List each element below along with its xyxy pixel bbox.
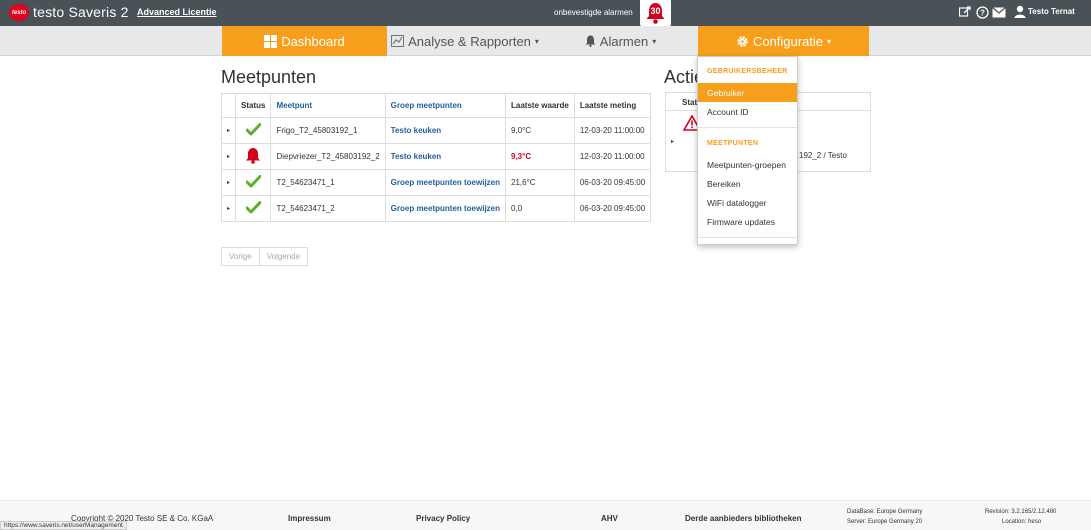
third-party-libraries-link[interactable]: Derde aanbieders bibliotheken: [685, 514, 801, 523]
menu-item-measuring-point-groups[interactable]: Meetpunten-groepen: [698, 155, 797, 174]
expand-row-icon[interactable]: ▸: [220, 195, 237, 222]
nav-dashboard[interactable]: Dashboard: [222, 26, 387, 56]
testo-logo[interactable]: testo: [9, 4, 29, 21]
nav-analysis[interactable]: Analyse & Rapporten ▾: [387, 26, 543, 56]
app-title: testo Saveris 2: [33, 4, 129, 20]
table-header-row: Status Meetpunt Groep meetpunten Laatste…: [220, 93, 652, 118]
chevron-down-icon: ▾: [827, 36, 832, 46]
measuring-point-group-link[interactable]: Testo keuken: [384, 117, 507, 144]
last-value: 21,6°C: [505, 169, 575, 196]
action-row-text: 192_2 / Testo: [799, 151, 847, 160]
unacknowledged-alarms-label: onbevestigde alarmen: [554, 8, 633, 17]
measuring-points-table: Status Meetpunt Groep meetpunten Laatste…: [220, 93, 652, 222]
last-measurement-time: 06-03-20 09:45:00: [573, 195, 652, 222]
location-info: Location: heso: [1002, 519, 1042, 525]
gear-icon: [737, 35, 748, 47]
last-measurement-time: 06-03-20 09:45:00: [573, 169, 652, 196]
nav-analysis-label: Analyse & Rapporten: [408, 33, 531, 49]
dashboard-icon: [264, 34, 278, 48]
help-icon[interactable]: ?: [975, 5, 989, 19]
license-link[interactable]: Advanced Licentie: [137, 7, 217, 17]
nav-alarms[interactable]: Alarmen ▾: [543, 26, 698, 56]
server-info: Server: Europe Germany 20: [847, 519, 923, 525]
ok-status-icon: [235, 169, 272, 196]
menu-item-account-id[interactable]: Account ID: [698, 102, 797, 121]
column-header-status: Status: [235, 93, 272, 118]
actions-column-header-status: Stat: [682, 98, 698, 107]
menu-divider: [698, 127, 797, 128]
status-bar-url: https://www.saveris.net/userManagement: [0, 521, 127, 530]
nav-alarms-label: Alarmen: [599, 33, 649, 49]
ok-status-icon: [235, 117, 272, 144]
alarm-count: 30: [650, 6, 661, 16]
measuring-points-header: MEETPUNTEN: [707, 140, 759, 147]
privacy-policy-link[interactable]: Privacy Policy: [416, 514, 470, 523]
svg-text:?: ?: [980, 8, 985, 17]
menu-item-ranges[interactable]: Bereiken: [698, 174, 797, 193]
measuring-point-group-link[interactable]: Testo keuken: [384, 143, 507, 170]
configuration-dropdown: GEBRUIKERSBEHEER Gebruiker Account ID ME…: [697, 56, 798, 245]
last-value: 9,0°C: [505, 117, 575, 144]
measuring-point-name: T2_54623471_2: [270, 195, 386, 222]
nav-configuration[interactable]: Configuratie ▾: [698, 26, 869, 56]
column-header-meetpunt[interactable]: Meetpunt: [270, 93, 386, 118]
next-page-button[interactable]: Volgende: [259, 247, 309, 266]
last-value: 0,0: [505, 195, 575, 222]
column-header-laatste-meting: Laatste meting: [573, 93, 652, 118]
user-menu[interactable]: Testo Ternat: [1014, 5, 1075, 18]
last-value: 9,3°C: [505, 143, 575, 170]
table-row[interactable]: ▸ T2_54623471_2 Groep meetpunten toewijzen…: [220, 195, 652, 222]
expand-row-icon[interactable]: ▸: [671, 138, 674, 145]
previous-page-button[interactable]: Vorige: [221, 247, 260, 266]
last-measurement-time: 12-03-20 11:00:00: [573, 143, 652, 170]
nav-dashboard-label: Dashboard: [281, 33, 345, 49]
table-row[interactable]: ▸ T2_54623471_1 Groep meetpunten toewijzen…: [220, 169, 652, 196]
menu-item-firmware-updates[interactable]: Firmware updates: [698, 212, 797, 231]
user-icon: [1014, 5, 1026, 18]
alarm-counter-button[interactable]: 30: [640, 0, 671, 27]
measuring-point-name: T2_54623471_1: [270, 169, 386, 196]
measuring-point-name: Diepvriezer_T2_45803192_2: [270, 143, 386, 170]
expand-column-header: [220, 93, 237, 118]
tools-icon[interactable]: [958, 5, 972, 19]
measuring-point-group-link[interactable]: Groep meetpunten toewijzen: [384, 195, 507, 222]
user-name: Testo Ternat: [1028, 7, 1075, 16]
main-nav: Dashboard Analyse & Rapporten ▾ Alarmen ▾ …: [0, 26, 1091, 56]
database-info: DataBase: Europe Germany: [847, 509, 923, 515]
user-management-header: GEBRUIKERSBEHEER: [707, 68, 788, 75]
top-bar: testo testo Saveris 2 Advanced Licentie …: [0, 0, 1091, 27]
chevron-down-icon: ▾: [652, 36, 657, 46]
nav-configuration-label: Configuratie: [752, 33, 824, 49]
ahv-link[interactable]: AHV: [601, 514, 618, 523]
expand-row-icon[interactable]: ▸: [220, 143, 237, 170]
bell-icon: [585, 35, 596, 47]
menu-item-user[interactable]: Gebruiker: [698, 83, 797, 102]
last-measurement-time: 12-03-20 11:00:00: [573, 117, 652, 144]
menu-divider: [698, 237, 797, 238]
revision-info: Revision: 3.2.165/2.12.480: [985, 509, 1057, 515]
expand-row-icon[interactable]: ▸: [220, 117, 237, 144]
measuring-point-group-link[interactable]: Groep meetpunten toewijzen: [384, 169, 507, 196]
ok-status-icon: [235, 195, 272, 222]
menu-item-wifi-datalogger[interactable]: WiFi datalogger: [698, 193, 797, 212]
expand-row-icon[interactable]: ▸: [220, 169, 237, 196]
measuring-point-name: Frigo_T2_45803192_1: [270, 117, 386, 144]
measuring-points-title: Meetpunten: [221, 67, 317, 87]
table-row[interactable]: ▸ Frigo_T2_45803192_1 Testo keuken 9,0°C 12-…: [220, 117, 652, 144]
column-header-laatste-waarde: Laatste waarde: [505, 93, 575, 118]
chevron-down-icon: ▾: [534, 36, 539, 46]
pagination: Vorige Volgende: [221, 247, 309, 266]
alarm-status-icon: [235, 143, 272, 170]
mail-icon[interactable]: [992, 5, 1006, 19]
column-header-groep[interactable]: Groep meetpunten: [384, 93, 507, 118]
chart-icon: [391, 35, 405, 47]
footer: Copyright © 2020 Testo SE & Co. KGaA Imp…: [0, 500, 1091, 530]
table-row[interactable]: ▸ Diepvriezer_T2_45803192_2 Testo keuken 9,…: [220, 143, 652, 170]
impressum-link[interactable]: Impressum: [288, 514, 331, 523]
